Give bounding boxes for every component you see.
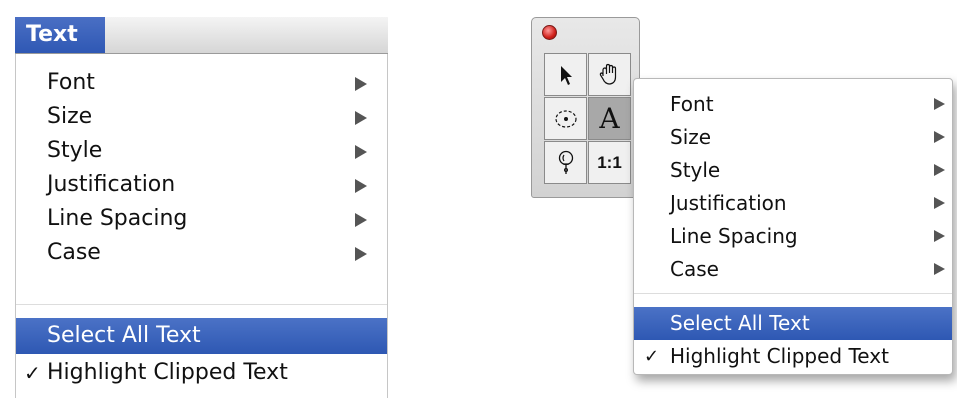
pushpin-icon (558, 150, 573, 174)
close-button[interactable] (542, 25, 557, 40)
text-a-icon: A (599, 102, 620, 135)
menu-item-label: Justification (47, 172, 176, 197)
hand-tool-button[interactable] (588, 53, 631, 96)
menu-item-line-spacing[interactable]: Line Spacing (634, 220, 952, 253)
menu-item-case[interactable]: Case (634, 253, 952, 286)
tool-grid: A 1:1 (544, 53, 632, 189)
menu-item-label: Case (670, 257, 719, 281)
menu-item-label: Font (670, 92, 714, 116)
submenu-arrow-icon (355, 77, 367, 91)
submenu-arrow-icon (355, 179, 367, 193)
menu-item-style[interactable]: Style (16, 134, 387, 168)
menu-item-select-all-text[interactable]: Select All Text (16, 318, 387, 354)
menu-item-label: Font (47, 70, 95, 95)
menu-item-label: Justification (670, 191, 787, 215)
menu-item-line-spacing[interactable]: Line Spacing (16, 202, 387, 236)
menu-item-size[interactable]: Size (16, 100, 387, 134)
menu-title-text[interactable]: Text (15, 17, 105, 53)
submenu-arrow-icon (934, 197, 945, 209)
menu-item-label: Select All Text (47, 323, 201, 348)
menu-item-label: Line Spacing (670, 224, 798, 248)
menu-separator (634, 293, 952, 294)
menu-item-label: Style (47, 138, 103, 163)
menu-separator (16, 304, 387, 305)
submenu-arrow-icon (934, 164, 945, 176)
submenu-arrow-icon (355, 213, 367, 227)
menu-item-label: Highlight Clipped Text (47, 360, 288, 385)
submenu-arrow-icon (355, 247, 367, 261)
submenu-arrow-icon (934, 263, 945, 275)
menu-item-font[interactable]: Font (634, 88, 952, 121)
pin-tool-button[interactable] (544, 141, 587, 184)
actual-size-button[interactable]: 1:1 (588, 141, 631, 184)
submenu-arrow-icon (355, 145, 367, 159)
menu-item-label: Highlight Clipped Text (670, 344, 889, 368)
circle-dot-icon (554, 109, 577, 128)
menu-item-highlight-clipped-text[interactable]: ✓ Highlight Clipped Text (634, 340, 952, 373)
submenu-arrow-icon (934, 98, 945, 110)
hand-icon (599, 63, 616, 85)
submenu-arrow-icon (355, 111, 367, 125)
menu-item-justification[interactable]: Justification (16, 168, 387, 202)
checkmark-icon: ✓ (24, 361, 41, 385)
text-context-menu: Font Size Style Justification Line Spaci… (633, 78, 953, 375)
menu-item-size[interactable]: Size (634, 121, 952, 154)
oval-tool-button[interactable] (544, 97, 587, 140)
arrow-tool-button[interactable] (544, 53, 587, 96)
text-menu-dropdown: Font Size Style Justification Line Spaci… (15, 54, 388, 398)
menu-item-label: Style (670, 158, 721, 182)
menu-item-style[interactable]: Style (634, 154, 952, 187)
ratio-icon: 1:1 (597, 152, 622, 172)
submenu-arrow-icon (934, 230, 945, 242)
menu-item-label: Line Spacing (47, 206, 188, 231)
text-tool-button[interactable]: A (588, 97, 631, 140)
menu-item-case[interactable]: Case (16, 236, 387, 270)
menu-item-label: Size (670, 125, 712, 149)
checkmark-icon: ✓ (644, 346, 660, 367)
menu-item-select-all-text[interactable]: Select All Text (634, 307, 952, 340)
menu-item-font[interactable]: Font (16, 66, 387, 100)
menu-item-label: Case (47, 240, 101, 265)
menu-item-label: Size (47, 104, 93, 129)
menu-bar: Text (15, 17, 388, 54)
menu-item-justification[interactable]: Justification (634, 187, 952, 220)
menu-item-label: Select All Text (670, 311, 810, 335)
tool-palette: A 1:1 (531, 17, 640, 198)
arrow-pointer-icon (560, 65, 572, 85)
submenu-arrow-icon (934, 131, 945, 143)
menu-item-highlight-clipped-text[interactable]: ✓ Highlight Clipped Text (16, 356, 387, 390)
